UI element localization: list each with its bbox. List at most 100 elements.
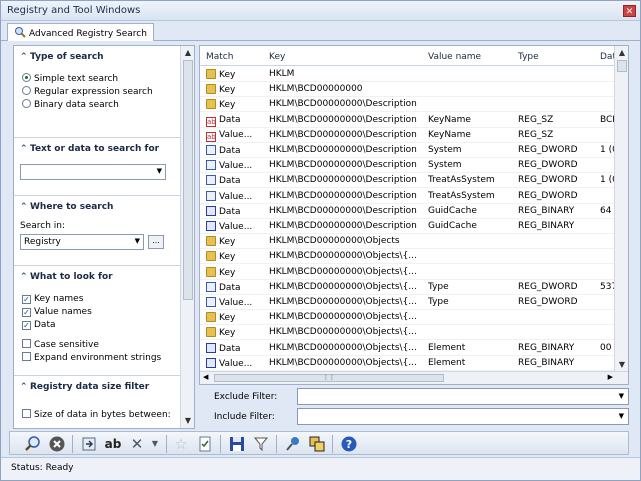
include-filter-combo[interactable]: ▼ xyxy=(297,408,629,425)
radio-label: Simple text search xyxy=(34,74,119,84)
table-row[interactable]: Key HKLM\BCD00000000\Objects\{... xyxy=(200,325,616,341)
dropdown-arrow-icon[interactable]: ▼ xyxy=(619,392,624,400)
grid-horizontal-scrollbar[interactable]: ◀ ⋮⋮ ▶ xyxy=(200,371,628,384)
table-row[interactable]: Value... HKLM\BCD00000000\Description Syst… xyxy=(200,158,616,174)
windows-icon[interactable] xyxy=(308,435,326,453)
help-icon[interactable]: ? xyxy=(340,435,358,453)
folder-icon xyxy=(206,312,216,323)
dropdown-arrow-icon[interactable]: ▼ xyxy=(619,412,624,420)
string-value-icon: ab xyxy=(206,131,216,142)
collapse-chevron-icon[interactable]: ⌃ xyxy=(20,382,30,392)
check-expand-env-strings[interactable]: Expand environment strings xyxy=(22,352,161,363)
checkbox-icon[interactable] xyxy=(22,409,31,418)
table-row[interactable]: Data HKLM\BCD00000000\Description GuidCach… xyxy=(200,204,620,219)
table-row[interactable]: Value... HKLM\BCD00000000\Description Trea… xyxy=(200,189,616,204)
check-key-names[interactable]: ✓ Key names xyxy=(22,294,83,304)
delete-icon[interactable]: ✕ xyxy=(128,435,146,453)
scroll-up-icon[interactable]: ▲ xyxy=(616,47,628,59)
value-name-cell: Type xyxy=(428,297,514,307)
radio-regex-search[interactable]: Regular expression search xyxy=(22,86,153,97)
scroll-thumb[interactable] xyxy=(183,60,193,300)
table-row[interactable]: Key HKLM\BCD00000000\Objects\{... xyxy=(200,310,616,326)
scroll-thumb[interactable] xyxy=(617,60,627,72)
scroll-down-icon[interactable]: ▼ xyxy=(182,415,194,427)
size-filter-header[interactable]: ⌃ Registry data size filter xyxy=(14,376,181,392)
table-row[interactable]: Data HKLM\BCD00000000\Description TreatAsS… xyxy=(200,173,618,189)
exclude-filter-combo[interactable]: ▼ xyxy=(297,388,629,405)
data-cell-text: 00 xyxy=(600,342,612,353)
table-row[interactable]: Key HKLM\BCD00000000\Objects xyxy=(200,234,616,250)
table-row[interactable]: Key HKLM\BCD00000000 xyxy=(200,82,616,98)
collapse-chevron-icon[interactable]: ⌃ xyxy=(20,202,30,212)
grid-vertical-scrollbar[interactable]: ▲ ▼ xyxy=(614,46,628,372)
table-row[interactable]: Value... HKLM\BCD00000000\Objects\{... Typ… xyxy=(200,295,616,310)
save-icon[interactable] xyxy=(228,435,246,453)
dropdown-arrow-icon[interactable]: ▼ xyxy=(135,237,140,245)
checkbox-checked-icon[interactable]: ✓ xyxy=(22,295,31,304)
left-panel-scrollbar[interactable]: ▲ ▼ xyxy=(180,46,194,428)
table-row[interactable]: Key HKLM xyxy=(200,67,616,82)
what-to-look-for-header[interactable]: ⌃ What to look for xyxy=(14,266,181,282)
exclude-filter-label: Exclude Filter: xyxy=(214,392,278,402)
scroll-down-icon[interactable]: ▼ xyxy=(616,359,628,371)
table-row[interactable]: Key HKLM\BCD00000000\Objects\{... xyxy=(200,249,616,265)
check-size-of-data[interactable]: Size of data in bytes between: xyxy=(22,409,171,420)
delete-dropdown-icon[interactable]: ▼ xyxy=(146,435,164,453)
checklist-icon[interactable] xyxy=(196,435,214,453)
checkbox-checked-icon[interactable]: ✓ xyxy=(22,308,31,317)
close-icon[interactable]: ✕ xyxy=(623,5,636,17)
search-icon[interactable] xyxy=(24,435,42,453)
stop-icon[interactable] xyxy=(48,435,66,453)
check-data[interactable]: ✓ Data xyxy=(22,320,56,330)
radio-icon[interactable] xyxy=(22,73,31,82)
checkbox-icon[interactable] xyxy=(22,339,31,348)
search-text-combo[interactable]: ▼ xyxy=(20,164,166,180)
table-row[interactable]: Key HKLM\BCD00000000\Description xyxy=(200,97,616,113)
table-row[interactable]: Data HKLM\BCD00000000\Objects\{... Type REG… xyxy=(200,280,617,295)
table-row[interactable]: Data HKLM\BCD00000000\Objects\{... Element… xyxy=(200,341,616,356)
scroll-up-icon[interactable]: ▲ xyxy=(182,47,194,59)
checkbox-checked-icon[interactable]: ✓ xyxy=(22,321,31,330)
column-header-match[interactable]: Match xyxy=(206,52,233,62)
tab-advanced-registry-search[interactable]: Advanced Registry Search xyxy=(7,23,154,41)
table-row[interactable]: Value... HKLM\BCD00000000\Description Guid… xyxy=(200,219,616,234)
text-to-search-header[interactable]: ⌃ Text or data to search for xyxy=(14,138,181,154)
scroll-thumb[interactable]: ⋮⋮ xyxy=(214,374,444,382)
table-row[interactable]: Data HKLM\BCD00000000\Description System RE… xyxy=(200,143,618,158)
column-header-key[interactable]: Key xyxy=(269,52,285,62)
column-header-value-name[interactable]: Value name xyxy=(428,52,481,62)
collapse-chevron-icon[interactable]: ⌃ xyxy=(20,52,30,62)
replace-text-icon[interactable]: ab xyxy=(104,435,122,453)
where-to-search-header[interactable]: ⌃ Where to search xyxy=(14,196,181,212)
binary-value-icon xyxy=(206,221,216,231)
collapse-chevron-icon[interactable]: ⌃ xyxy=(20,272,30,282)
browse-button[interactable]: ... xyxy=(148,235,164,249)
key-cell-text: HKLM\BCD00000000\Objects\{... xyxy=(269,357,417,368)
search-in-combo[interactable]: Registry ▼ xyxy=(20,234,144,250)
go-to-icon[interactable] xyxy=(80,435,98,453)
check-value-names[interactable]: ✓ Value names xyxy=(22,307,92,317)
radio-simple-text-search[interactable]: Simple text search xyxy=(22,73,118,84)
scroll-left-icon[interactable]: ◀ xyxy=(203,373,208,381)
key-cell: HKLM\BCD00000000\Objects\{... xyxy=(269,343,424,353)
filter-icon[interactable] xyxy=(252,435,270,453)
scroll-right-icon[interactable]: ▶ xyxy=(608,373,613,381)
check-case-sensitive[interactable]: Case sensitive xyxy=(22,339,99,350)
radio-icon[interactable] xyxy=(22,86,31,95)
table-row[interactable]: ab Data HKLM\BCD00000000\Description KeyNam… xyxy=(200,113,619,128)
checkbox-icon[interactable] xyxy=(22,352,31,361)
favorite-star-icon[interactable]: ☆ xyxy=(172,435,190,453)
column-header-type[interactable]: Type xyxy=(518,52,539,62)
table-row[interactable]: Key HKLM\BCD00000000\Objects\{... xyxy=(200,265,616,280)
folder-icon xyxy=(206,236,216,247)
type-cell: REG_BINARY xyxy=(518,221,598,231)
type-of-search-header[interactable]: ⌃ Type of search xyxy=(14,46,181,62)
table-row[interactable]: ab Value... HKLM\BCD00000000\Description Ke… xyxy=(200,128,616,143)
pin-icon[interactable] xyxy=(284,435,302,453)
table-row[interactable]: Value... HKLM\BCD00000000\Objects\{... Ele… xyxy=(200,356,616,371)
value-name-cell: KeyName xyxy=(428,115,514,125)
radio-icon[interactable] xyxy=(22,99,31,108)
dropdown-arrow-icon[interactable]: ▼ xyxy=(157,167,162,175)
collapse-chevron-icon[interactable]: ⌃ xyxy=(20,144,30,154)
radio-binary-data-search[interactable]: Binary data search xyxy=(22,99,119,110)
